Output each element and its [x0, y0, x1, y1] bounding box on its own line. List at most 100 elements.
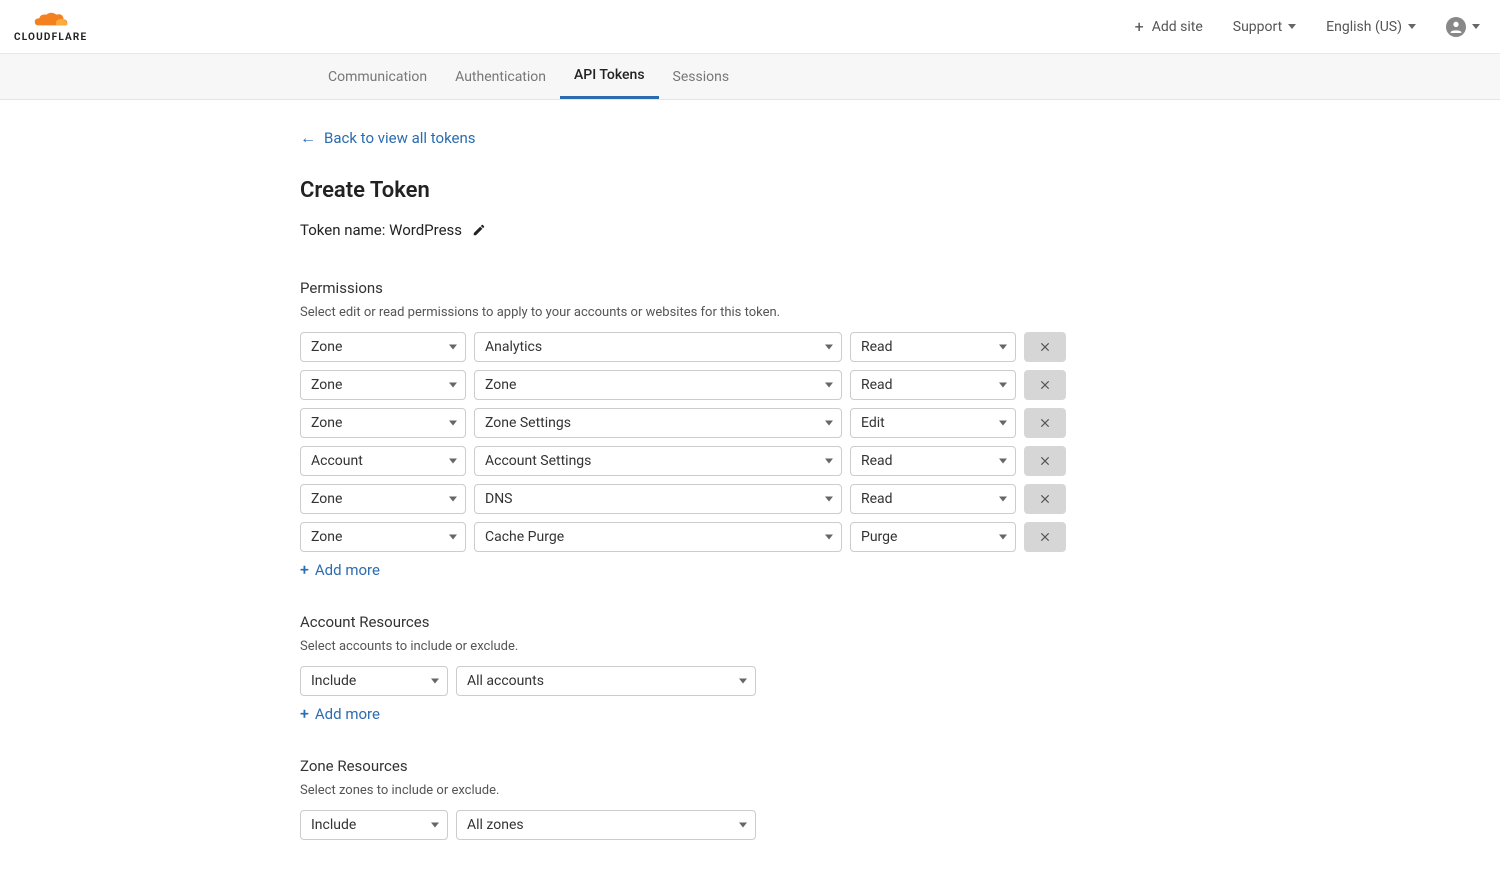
remove-permission-button[interactable] [1024, 370, 1066, 400]
remove-permission-button[interactable] [1024, 446, 1066, 476]
perm-scope-select[interactable]: Zone [300, 522, 466, 552]
support-label: Support [1233, 19, 1282, 35]
perm-resource-value: Zone [485, 377, 516, 393]
remove-permission-button[interactable] [1024, 408, 1066, 438]
plus-icon: + [300, 560, 309, 579]
perm-scope-select[interactable]: Account [300, 446, 466, 476]
language-label: English (US) [1326, 19, 1402, 35]
token-name-label: Token name: [300, 221, 385, 239]
brand-text: CLOUDFLARE [14, 32, 87, 43]
perm-access-select[interactable]: Read [850, 484, 1016, 514]
perm-resource-select[interactable]: Zone Settings [474, 408, 842, 438]
caret-down-icon [431, 823, 439, 828]
zone-mode-select[interactable]: Include [300, 810, 448, 840]
account-value-select[interactable]: All accounts [456, 666, 756, 696]
back-label: Back to view all tokens [324, 129, 476, 147]
caret-down-icon [999, 459, 1007, 464]
perm-access-select[interactable]: Edit [850, 408, 1016, 438]
perm-scope-select[interactable]: Zone [300, 332, 466, 362]
permission-row: Zone DNS Read [300, 484, 1200, 514]
add-account-resource-button[interactable]: + Add more [300, 704, 1200, 723]
close-icon [1038, 378, 1052, 392]
perm-access-select[interactable]: Purge [850, 522, 1016, 552]
permission-row: Zone Zone Settings Edit [300, 408, 1200, 438]
permission-row: Zone Cache Purge Purge [300, 522, 1200, 552]
account-resource-row: Include All accounts [300, 666, 1200, 696]
perm-resource-select[interactable]: DNS [474, 484, 842, 514]
perm-resource-select[interactable]: Cache Purge [474, 522, 842, 552]
zone-value-select[interactable]: All zones [456, 810, 756, 840]
close-icon [1038, 530, 1052, 544]
caret-down-icon [999, 497, 1007, 502]
permission-row: Account Account Settings Read [300, 446, 1200, 476]
remove-permission-button[interactable] [1024, 332, 1066, 362]
language-menu[interactable]: English (US) [1326, 19, 1416, 35]
perm-access-select[interactable]: Read [850, 446, 1016, 476]
perm-access-value: Read [861, 453, 893, 469]
account-resources-title: Account Resources [300, 613, 1200, 631]
zone-resources-title: Zone Resources [300, 757, 1200, 775]
remove-permission-button[interactable] [1024, 522, 1066, 552]
perm-access-value: Read [861, 377, 893, 393]
content-area: ← Back to view all tokens Create Token T… [0, 100, 1200, 888]
caret-down-icon [1472, 24, 1480, 29]
close-icon [1038, 340, 1052, 354]
caret-down-icon [825, 383, 833, 388]
page-title: Create Token [300, 178, 1200, 203]
caret-down-icon [825, 535, 833, 540]
account-resources-desc: Select accounts to include or exclude. [300, 639, 1200, 654]
permissions-desc: Select edit or read permissions to apply… [300, 305, 1200, 320]
caret-down-icon [825, 345, 833, 350]
perm-scope-value: Zone [311, 339, 342, 355]
avatar-icon [1446, 17, 1466, 37]
caret-down-icon [999, 345, 1007, 350]
perm-access-value: Read [861, 339, 893, 355]
perm-scope-select[interactable]: Zone [300, 408, 466, 438]
cloudflare-logo[interactable]: CLOUDFLARE [14, 11, 87, 43]
perm-resource-value: Zone Settings [485, 415, 571, 431]
plus-icon: + [1135, 17, 1144, 36]
zone-resources-desc: Select zones to include or exclude. [300, 783, 1200, 798]
perm-access-select[interactable]: Read [850, 370, 1016, 400]
tab-sessions[interactable]: Sessions [659, 54, 744, 99]
caret-down-icon [431, 679, 439, 684]
perm-scope-value: Zone [311, 529, 342, 545]
top-right-nav: + Add site Support English (US) [1135, 17, 1480, 37]
profile-menu[interactable] [1446, 17, 1480, 37]
perm-access-value: Purge [861, 529, 897, 545]
caret-down-icon [999, 421, 1007, 426]
add-site-button[interactable]: + Add site [1135, 17, 1203, 36]
plus-icon: + [300, 704, 309, 723]
arrow-left-icon: ← [300, 128, 316, 148]
support-menu[interactable]: Support [1233, 19, 1296, 35]
perm-access-select[interactable]: Read [850, 332, 1016, 362]
caret-down-icon [825, 421, 833, 426]
perm-scope-value: Zone [311, 377, 342, 393]
caret-down-icon [449, 421, 457, 426]
permission-row: Zone Zone Read [300, 370, 1200, 400]
account-mode-select[interactable]: Include [300, 666, 448, 696]
caret-down-icon [1288, 24, 1296, 29]
perm-resource-select[interactable]: Analytics [474, 332, 842, 362]
perm-resource-select[interactable]: Zone [474, 370, 842, 400]
add-permission-button[interactable]: + Add more [300, 560, 1200, 579]
token-name-value: WordPress [389, 221, 462, 239]
perm-scope-select[interactable]: Zone [300, 484, 466, 514]
caret-down-icon [1408, 24, 1416, 29]
close-icon [1038, 416, 1052, 430]
remove-permission-button[interactable] [1024, 484, 1066, 514]
back-link[interactable]: ← Back to view all tokens [300, 128, 1200, 148]
add-site-label: Add site [1152, 19, 1203, 35]
perm-scope-select[interactable]: Zone [300, 370, 466, 400]
perm-resource-select[interactable]: Account Settings [474, 446, 842, 476]
tab-api-tokens[interactable]: API Tokens [560, 54, 659, 99]
perm-resource-value: DNS [485, 491, 513, 507]
tab-communication[interactable]: Communication [314, 54, 441, 99]
token-name-row: Token name: WordPress [300, 221, 1200, 239]
tab-authentication[interactable]: Authentication [441, 54, 560, 99]
permissions-title: Permissions [300, 279, 1200, 297]
perm-scope-value: Account [311, 453, 363, 469]
caret-down-icon [449, 535, 457, 540]
caret-down-icon [999, 535, 1007, 540]
pencil-icon[interactable] [472, 223, 486, 237]
